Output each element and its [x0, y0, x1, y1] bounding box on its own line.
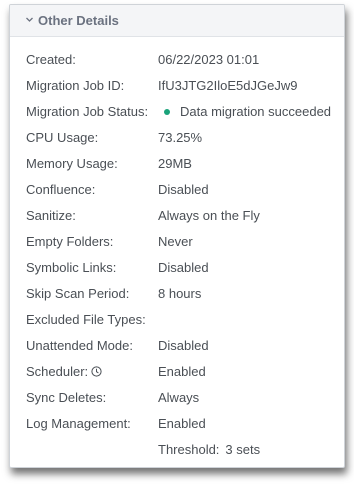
detail-value: Enabled [158, 364, 206, 379]
detail-row-confluence: Confluence: Disabled [10, 177, 344, 203]
detail-row-created: Created: 06/22/2023 01:01 [10, 47, 344, 73]
detail-label: Memory Usage: [26, 156, 118, 171]
detail-label: Created: [26, 52, 76, 67]
detail-label: Excluded File Types: [26, 312, 146, 327]
details-list: Created: 06/22/2023 01:01 Migration Job … [10, 37, 344, 463]
other-details-header[interactable]: Other Details [10, 5, 344, 37]
detail-value: Always [158, 390, 200, 405]
detail-label: Log Management: [26, 416, 131, 431]
detail-row-cpu-usage: CPU Usage: 73.25% [10, 125, 344, 151]
threshold-value: Threshold: 3 sets [158, 437, 260, 463]
detail-value: 06/22/2023 01:01 [158, 52, 260, 67]
detail-value: Never [158, 234, 193, 249]
detail-label: Migration Job ID: [26, 78, 125, 93]
detail-row-threshold: Threshold: 3 sets [10, 437, 344, 463]
detail-row-sanitize: Sanitize: Always on the Fly [10, 203, 344, 229]
status-dot-icon [164, 109, 170, 115]
detail-label: Sanitize: [26, 208, 76, 223]
detail-row-excluded-file-types: Excluded File Types: [10, 307, 344, 333]
detail-label: Migration Job Status: [26, 104, 149, 119]
detail-row-symbolic-links: Symbolic Links: Disabled [10, 255, 344, 281]
detail-value: Disabled [158, 338, 209, 353]
detail-label: CPU Usage: [26, 130, 99, 145]
detail-label: Empty Folders: [26, 234, 114, 249]
detail-value: Disabled [158, 182, 209, 197]
detail-value: Enabled [158, 416, 206, 431]
detail-value: 29MB [158, 156, 192, 171]
detail-label: Skip Scan Period: [26, 286, 130, 301]
detail-value: Always on the Fly [158, 208, 260, 223]
detail-label-with-icon: Scheduler: [26, 359, 102, 385]
detail-row-log-management: Log Management: Enabled [10, 411, 344, 437]
detail-label: Unattended Mode: [26, 338, 133, 353]
detail-value: Disabled [158, 260, 209, 275]
detail-row-empty-folders: Empty Folders: Never [10, 229, 344, 255]
clock-icon [91, 366, 102, 377]
detail-label: Scheduler: [26, 364, 89, 379]
section-title: Other Details [38, 13, 119, 28]
status-text: Data migration succeeded [180, 104, 332, 119]
detail-label: Sync Deletes: [26, 390, 107, 405]
threshold-text: 3 sets [225, 442, 261, 457]
detail-row-migration-job-id: Migration Job ID: IfU3JTG2IloE5dJGeJw9 [10, 73, 344, 99]
detail-row-sync-deletes: Sync Deletes: Always [10, 385, 344, 411]
detail-label: Confluence: [26, 182, 96, 197]
other-details-panel: Other Details Created: 06/22/2023 01:01 … [9, 4, 345, 468]
detail-value: 8 hours [158, 286, 202, 301]
detail-label: Symbolic Links: [26, 260, 117, 275]
detail-row-scheduler: Scheduler: Enabled [10, 359, 344, 385]
detail-row-skip-scan-period: Skip Scan Period: 8 hours [10, 281, 344, 307]
detail-row-unattended-mode: Unattended Mode: Disabled [10, 333, 344, 359]
detail-row-migration-job-status: Migration Job Status: Data migration suc… [10, 99, 344, 125]
detail-row-memory-usage: Memory Usage: 29MB [10, 151, 344, 177]
detail-value: IfU3JTG2IloE5dJGeJw9 [158, 78, 298, 93]
chevron-down-icon[interactable] [25, 15, 34, 24]
status-value: Data migration succeeded [158, 99, 331, 125]
detail-value: 73.25% [158, 130, 203, 145]
threshold-label: Threshold: [158, 442, 220, 457]
